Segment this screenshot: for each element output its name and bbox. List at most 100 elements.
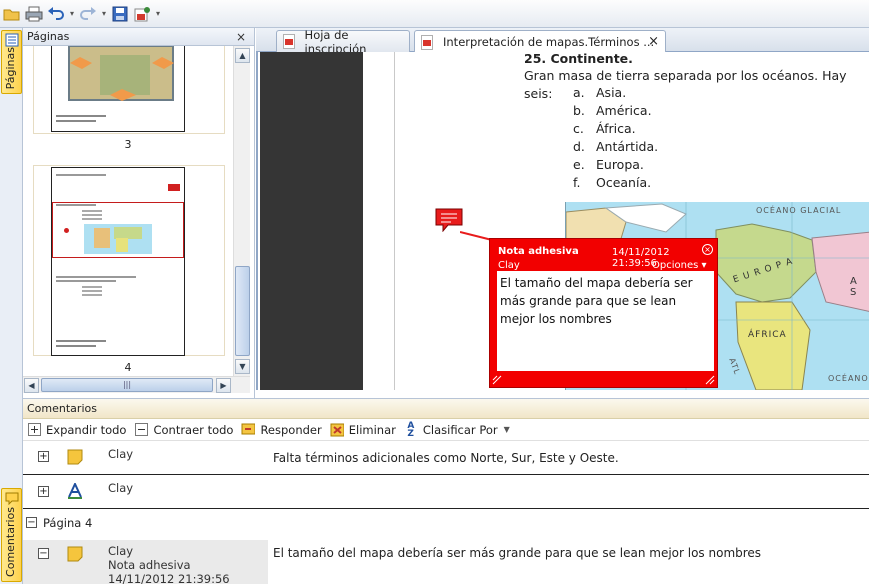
quick-access-toolbar: ▾ ▾ ▾ — [0, 0, 869, 28]
scroll-right-icon[interactable]: ▶ — [216, 378, 231, 393]
page-thumbnail-3[interactable] — [51, 46, 185, 132]
resize-grip-icon[interactable] — [492, 375, 502, 385]
save-icon[interactable] — [110, 4, 130, 24]
note-text-area[interactable]: El tamaño del mapa debería ser más grand… — [497, 271, 714, 371]
collapse-icon[interactable]: − — [38, 548, 49, 559]
pages-panel-title: Páginas — [27, 30, 70, 43]
page-group-row[interactable]: − Página 4 — [23, 509, 869, 539]
note-title: Nota adhesiva — [498, 246, 579, 257]
expand-all-button[interactable]: Expandir todo — [27, 423, 126, 437]
mini-map — [84, 224, 152, 254]
tab-label: Interpretación de mapas.Términos ... — [443, 35, 655, 49]
scroll-thumb-horizontal[interactable]: ||| — [41, 378, 213, 392]
sticky-note-icon — [67, 546, 83, 565]
page-number-3: 3 — [124, 138, 132, 151]
export-icon[interactable] — [132, 4, 152, 24]
print-icon[interactable] — [24, 4, 44, 24]
delete-button[interactable]: Eliminar — [330, 423, 396, 437]
scroll-left-icon[interactable]: ◀ — [24, 378, 39, 393]
open-folder-icon[interactable] — [2, 4, 22, 24]
tab-comentarios[interactable]: Comentarios — [1, 488, 22, 582]
map-label: OCÉANO GLACIAL — [756, 206, 842, 215]
page-margin-line — [394, 52, 395, 390]
expand-icon — [27, 423, 41, 437]
text-markup-icon — [67, 481, 83, 502]
map-label: A S — [850, 276, 860, 298]
chevron-down-icon: ▼ — [503, 425, 510, 434]
resize-grip-icon[interactable] — [705, 375, 715, 385]
pdf-icon — [421, 34, 433, 50]
continent-list: a. Asia. b. América. c. África. d. Antártida… — [573, 85, 658, 193]
reply-button[interactable]: Responder — [241, 423, 322, 437]
close-icon[interactable]: × — [702, 244, 713, 255]
app-window: ▾ ▾ ▾ Páginas Comentarios Páginas × 3 4 … — [0, 0, 869, 584]
collapse-icon[interactable]: − — [26, 517, 37, 528]
expand-icon[interactable]: + — [38, 451, 49, 462]
tab-paginas[interactable]: Páginas — [1, 30, 22, 94]
list-item: b. América. — [573, 103, 652, 118]
tab-interpretacion-de-mapas[interactable]: Interpretación de mapas.Términos ... × — [414, 30, 666, 53]
collapse-all-button[interactable]: Contraer todo — [134, 423, 233, 437]
document-tab-bar: Hoja de inscripción Interpretación de ma… — [256, 28, 869, 56]
scroll-thumb[interactable] — [235, 266, 250, 356]
scroll-down-icon[interactable]: ▼ — [235, 359, 250, 374]
redo-icon[interactable] — [78, 4, 98, 24]
customize-icon[interactable]: ▾ — [154, 7, 162, 21]
page-number-4: 4 — [124, 361, 132, 374]
comment-text: Falta términos adicionales como Norte, S… — [273, 451, 619, 465]
redo-dropdown-icon[interactable]: ▾ — [100, 7, 108, 21]
pages-panel-header: Páginas × — [23, 28, 254, 46]
tab-hoja-de-inscripcion[interactable]: Hoja de inscripción — [276, 28, 410, 56]
list-item: a. Asia. — [573, 85, 627, 100]
comment-type: Nota adhesiva — [108, 558, 191, 572]
tab-comentarios-label: Comentarios — [4, 507, 17, 577]
list-item: e. Europa. — [573, 157, 644, 172]
undo-icon[interactable] — [46, 4, 66, 24]
page-group-label: Página 4 — [43, 516, 93, 530]
note-author: Clay — [498, 260, 520, 271]
comment-author: Clay — [108, 544, 134, 558]
list-item: d. Antártida. — [573, 139, 659, 154]
comment-author: Clay — [108, 447, 134, 461]
pdf-icon — [283, 34, 295, 49]
close-icon[interactable]: × — [648, 34, 659, 49]
page-thumbnail-4[interactable] — [51, 167, 185, 356]
sort-az-icon: AZ — [407, 420, 415, 439]
diagram-shapes — [70, 57, 174, 101]
map-label: OCÉANO — [828, 374, 869, 383]
note-options-button[interactable]: Opciones ▾ — [652, 260, 707, 271]
comments-toolbar: Expandir todo Contraer todo Responder El… — [23, 419, 869, 441]
comments-panel: Comentarios Expandir todo Contraer todo … — [23, 398, 869, 584]
side-tab-strip: Páginas Comentarios — [0, 28, 23, 584]
list-item: f. Oceanía. — [573, 175, 652, 190]
scroll-up-icon[interactable]: ▲ — [235, 48, 250, 63]
comment-date: 14/11/2012 21:39:56 — [108, 572, 230, 584]
comment-author: Clay — [108, 481, 134, 495]
comments-panel-title: Comentarios — [27, 402, 97, 415]
pages-vertical-scrollbar[interactable]: ▲ ▼ — [233, 46, 250, 376]
sticky-note-icon[interactable] — [435, 208, 463, 233]
pages-panel: Páginas × 3 4 ▲ ▼ ◀ ||| ▶ — [23, 28, 255, 398]
pages-icon — [5, 33, 19, 47]
sticky-note-icon — [67, 449, 83, 468]
comment-row[interactable]: + Clay — [23, 475, 869, 509]
sort-by-button[interactable]: AZ Clasificar Por ▼ — [404, 420, 510, 439]
comment-text: El tamaño del mapa debería ser más grand… — [273, 546, 762, 560]
comment-icon — [5, 492, 19, 505]
delete-icon — [330, 423, 344, 437]
map-label: ÁFRICA — [748, 330, 787, 340]
reply-icon — [241, 423, 256, 437]
comments-panel-header: Comentarios — [23, 399, 869, 419]
pages-horizontal-scrollbar[interactable]: ◀ ||| ▶ — [23, 376, 250, 393]
undo-dropdown-icon[interactable]: ▾ — [68, 7, 76, 21]
page-thumbnails: 3 4 — [23, 46, 233, 376]
expand-icon[interactable]: + — [38, 486, 49, 497]
tab-paginas-label: Páginas — [4, 46, 17, 89]
close-icon[interactable]: × — [236, 30, 246, 44]
chevron-down-icon: ▾ — [701, 260, 707, 271]
section-heading: 25. Continente. — [524, 52, 633, 66]
collapse-icon — [134, 423, 148, 437]
sticky-note-popup[interactable]: Nota adhesiva 14/11/2012 21:39:56 × Clay… — [489, 238, 718, 388]
comment-row[interactable]: + Clay Falta términos adicionales como N… — [23, 441, 869, 475]
comment-row-selected[interactable]: − Clay Nota adhesiva 14/11/2012 21:39:56… — [23, 540, 869, 584]
